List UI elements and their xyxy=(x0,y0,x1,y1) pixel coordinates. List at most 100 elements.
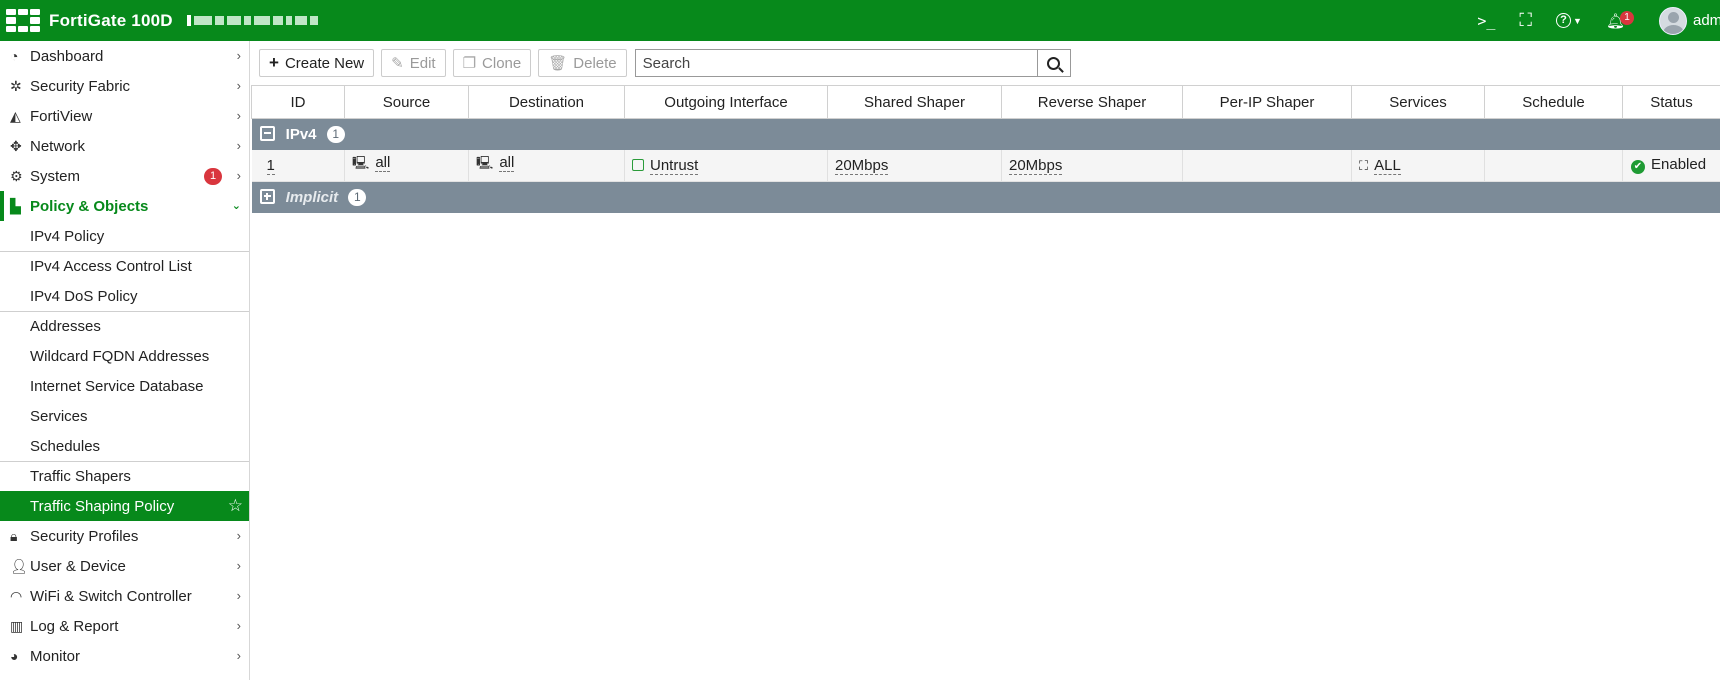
sidebar-item-label: User & Device xyxy=(30,557,126,575)
sidebar-subitem-services[interactable]: Services xyxy=(0,401,249,431)
sidebar-item-dashboard[interactable]: ◔ Dashboard › xyxy=(0,41,249,71)
column-header-services[interactable]: Services xyxy=(1351,85,1485,119)
column-header-shared-shaper[interactable]: Shared Shaper xyxy=(827,85,1002,119)
collapse-icon[interactable] xyxy=(259,125,275,141)
interface-icon xyxy=(632,158,644,171)
sidebar-item-security-profiles[interactable]: 🔒︎ Security Profiles › xyxy=(0,521,249,551)
outgoing-interface-value[interactable]: Untrust xyxy=(650,156,699,175)
clone-label: Clone xyxy=(482,54,522,72)
sidebar-subitem-ipv4-dos-policy[interactable]: IPv4 DoS Policy xyxy=(0,281,249,311)
chevron-down-icon: ⌄ xyxy=(231,200,241,212)
sidebar-item-label: Monitor xyxy=(30,647,81,665)
sidebar: ◔ Dashboard › ✲ Security Fabric › ◭ Fort… xyxy=(0,41,250,680)
chart-icon: ◭ xyxy=(10,107,21,124)
hostname-redacted xyxy=(186,15,318,26)
sidebar-subitem-internet-service-db[interactable]: Internet Service Database xyxy=(0,371,249,401)
column-header-id[interactable]: ID xyxy=(251,85,345,119)
sidebar-item-label: System xyxy=(30,167,81,185)
create-new-button[interactable]: + Create New xyxy=(259,49,375,77)
sidebar-item-label: FortiView xyxy=(30,107,93,125)
policy-id[interactable]: 1 xyxy=(266,156,275,175)
destination-value[interactable]: all xyxy=(499,154,515,173)
sidebar-item-policy-objects[interactable]: ▙ Policy & Objects ⌄ xyxy=(0,191,249,221)
plus-icon: + xyxy=(269,53,279,72)
user-name[interactable]: admin xyxy=(1693,12,1720,29)
expand-icon[interactable] xyxy=(259,188,275,204)
service-icon: ⛶ xyxy=(1359,157,1369,173)
sidebar-subitem-traffic-shaping-policy[interactable]: Traffic Shaping Policy ☆ xyxy=(0,491,249,521)
gear-icon: ⚙ xyxy=(10,167,23,184)
column-header-schedule[interactable]: Schedule xyxy=(1484,85,1623,119)
sidebar-subitem-schedules[interactable]: Schedules xyxy=(0,431,249,461)
sidebar-subitem-label: Traffic Shaping Policy xyxy=(30,497,175,515)
sidebar-subitem-traffic-shapers[interactable]: Traffic Shapers xyxy=(0,461,249,491)
services-value[interactable]: ALL xyxy=(1374,156,1401,175)
sidebar-item-label: Policy & Objects xyxy=(30,197,149,215)
check-circle-icon: ✔ xyxy=(1631,160,1645,175)
search-input[interactable] xyxy=(634,49,1037,77)
address-icon: 🖳︎ xyxy=(352,155,370,171)
table-row[interactable]: 1 🖳︎ all 🖳︎ all Untrust 20Mbps 20Mbps ⛶ ALL… xyxy=(251,149,1720,182)
notification-badge: 1 xyxy=(1620,11,1634,25)
edit-label: Edit xyxy=(409,54,436,72)
sidebar-item-system[interactable]: ⚙ System 1 › xyxy=(0,161,249,191)
sidebar-item-label: Network xyxy=(30,137,86,155)
policy-icon: ▙ xyxy=(10,197,21,214)
search-icon xyxy=(1047,56,1061,70)
group-row-implicit[interactable]: Implicit 1 xyxy=(251,181,1720,213)
fullscreen-icon[interactable]: ⛶ xyxy=(1519,0,1532,41)
column-header-source[interactable]: Source xyxy=(344,85,469,119)
reverse-shaper-value[interactable]: 20Mbps xyxy=(1009,156,1063,175)
sidebar-item-fortiview[interactable]: ◭ FortiView › xyxy=(0,101,249,131)
column-header-destination[interactable]: Destination xyxy=(468,85,625,119)
app-title: FortiGate 100D xyxy=(49,10,173,30)
sidebar-subitem-wildcard-fqdn[interactable]: Wildcard FQDN Addresses xyxy=(0,341,249,371)
chevron-right-icon: › xyxy=(236,138,241,153)
sidebar-subitem-ipv4-acl[interactable]: IPv4 Access Control List xyxy=(0,251,249,281)
user-icon: 👤︎ xyxy=(10,557,28,574)
sidebar-item-label: Log & Report xyxy=(30,617,119,635)
column-header-reverse-shaper[interactable]: Reverse Shaper xyxy=(1001,85,1183,119)
avatar[interactable] xyxy=(1659,6,1687,35)
chevron-right-icon: › xyxy=(236,48,241,63)
sidebar-item-label: Security Fabric xyxy=(30,77,131,95)
help-icon[interactable]: ? ▼ xyxy=(1556,0,1582,41)
group-count-badge: 1 xyxy=(348,188,367,206)
group-name: IPv4 xyxy=(285,125,317,143)
shared-shaper-value[interactable]: 20Mbps xyxy=(835,156,889,175)
column-header-per-ip-shaper[interactable]: Per-IP Shaper xyxy=(1182,85,1352,119)
notifications-bell-icon[interactable]: 🔔︎ 1 xyxy=(1606,0,1634,41)
chevron-right-icon: › xyxy=(236,528,241,543)
delete-button[interactable]: 🗑︎ Delete xyxy=(538,49,627,77)
bar-chart-icon: ▥ xyxy=(10,617,24,634)
sidebar-item-security-fabric[interactable]: ✲ Security Fabric › xyxy=(0,71,249,101)
trash-icon: 🗑︎ xyxy=(548,55,568,72)
sidebar-item-monitor[interactable]: ◕ Monitor › xyxy=(0,641,249,671)
sidebar-item-wifi-switch[interactable]: ◠ WiFi & Switch Controller › xyxy=(0,581,249,611)
sidebar-item-log-report[interactable]: ▥ Log & Report › xyxy=(0,611,249,641)
lock-icon: 🔒︎ xyxy=(10,527,18,544)
clone-icon: ❐ xyxy=(462,55,477,72)
group-row-ipv4[interactable]: IPv4 1 xyxy=(251,118,1720,150)
chevron-right-icon: › xyxy=(236,588,241,603)
group-count-badge: 1 xyxy=(326,125,345,143)
source-value[interactable]: all xyxy=(375,154,391,173)
sidebar-subitem-addresses[interactable]: Addresses xyxy=(0,311,249,341)
sidebar-subitem-ipv4-policy[interactable]: IPv4 Policy xyxy=(0,221,249,251)
cli-console-icon[interactable]: >_ xyxy=(1477,0,1495,41)
group-name: Implicit xyxy=(285,188,339,206)
create-new-label: Create New xyxy=(284,54,365,72)
sidebar-item-user-device[interactable]: 👤︎ User & Device › xyxy=(0,551,249,581)
column-header-outgoing-interface[interactable]: Outgoing Interface xyxy=(624,85,828,119)
clone-button[interactable]: ❐ Clone xyxy=(452,49,532,77)
star-icon[interactable]: ☆ xyxy=(228,496,243,516)
chevron-right-icon: › xyxy=(236,78,241,93)
system-badge: 1 xyxy=(204,168,222,185)
sidebar-item-network[interactable]: ✥ Network › xyxy=(0,131,249,161)
column-header-status[interactable]: Status xyxy=(1622,85,1720,119)
fortinet-logo-icon xyxy=(6,8,40,33)
chevron-right-icon: › xyxy=(236,108,241,123)
search-button[interactable] xyxy=(1036,49,1071,77)
edit-button[interactable]: ✎ Edit xyxy=(381,49,446,77)
delete-label: Delete xyxy=(573,54,617,72)
